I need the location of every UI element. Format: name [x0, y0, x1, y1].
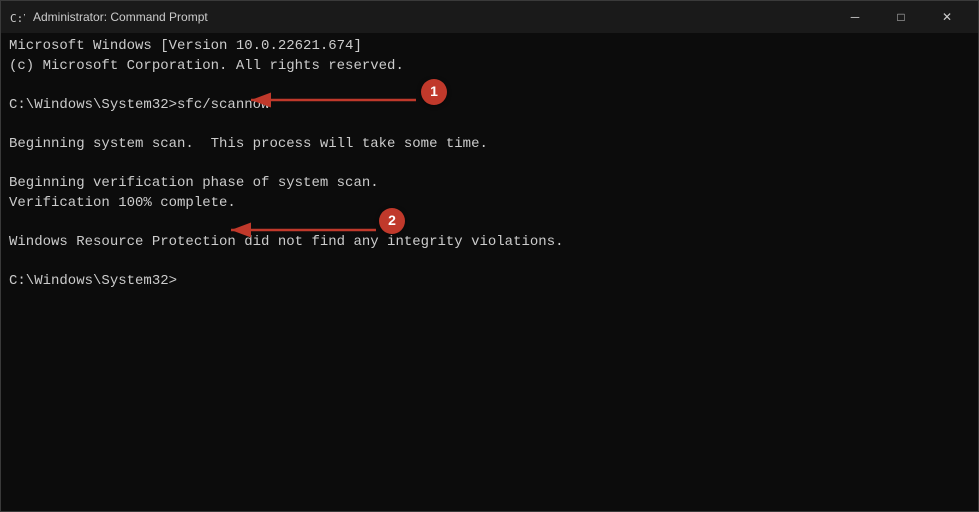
terminal-line: (c) Microsoft Corporation. All rights re… — [9, 57, 970, 77]
annotation-badge-2: 2 — [379, 208, 405, 234]
terminal-line-command: C:\Windows\System32>sfc/scannow — [9, 96, 970, 116]
terminal-line-result: Windows Resource Protection did not find… — [9, 233, 970, 253]
terminal-line — [9, 155, 970, 175]
titlebar: C:\ Administrator: Command Prompt ─ □ ✕ — [1, 1, 978, 33]
terminal-line-verification-start: Beginning verification phase of system s… — [9, 174, 970, 194]
window-controls: ─ □ ✕ — [832, 1, 970, 33]
window-title: Administrator: Command Prompt — [33, 10, 832, 24]
terminal-body[interactable]: Microsoft Windows [Version 10.0.22621.67… — [1, 33, 978, 511]
terminal-line — [9, 213, 970, 233]
svg-text:C:\: C:\ — [10, 12, 25, 25]
close-button[interactable]: ✕ — [924, 1, 970, 33]
annotation-1-arrow — [221, 85, 441, 115]
annotation-badge-1: 1 — [421, 79, 447, 105]
annotation-2-arrow — [201, 215, 401, 245]
terminal-line — [9, 76, 970, 96]
cmd-icon: C:\ — [9, 9, 25, 25]
terminal-line — [9, 253, 970, 273]
terminal-line: Microsoft Windows [Version 10.0.22621.67… — [9, 37, 970, 57]
terminal-line — [9, 115, 970, 135]
maximize-button[interactable]: □ — [878, 1, 924, 33]
command-prompt-window: C:\ Administrator: Command Prompt ─ □ ✕ … — [0, 0, 979, 512]
terminal-line: Beginning system scan. This process will… — [9, 135, 970, 155]
minimize-button[interactable]: ─ — [832, 1, 878, 33]
terminal-output: Microsoft Windows [Version 10.0.22621.67… — [9, 37, 970, 292]
terminal-line-verification-complete: Verification 100% complete. — [9, 194, 970, 214]
terminal-line-prompt: C:\Windows\System32> — [9, 272, 970, 292]
